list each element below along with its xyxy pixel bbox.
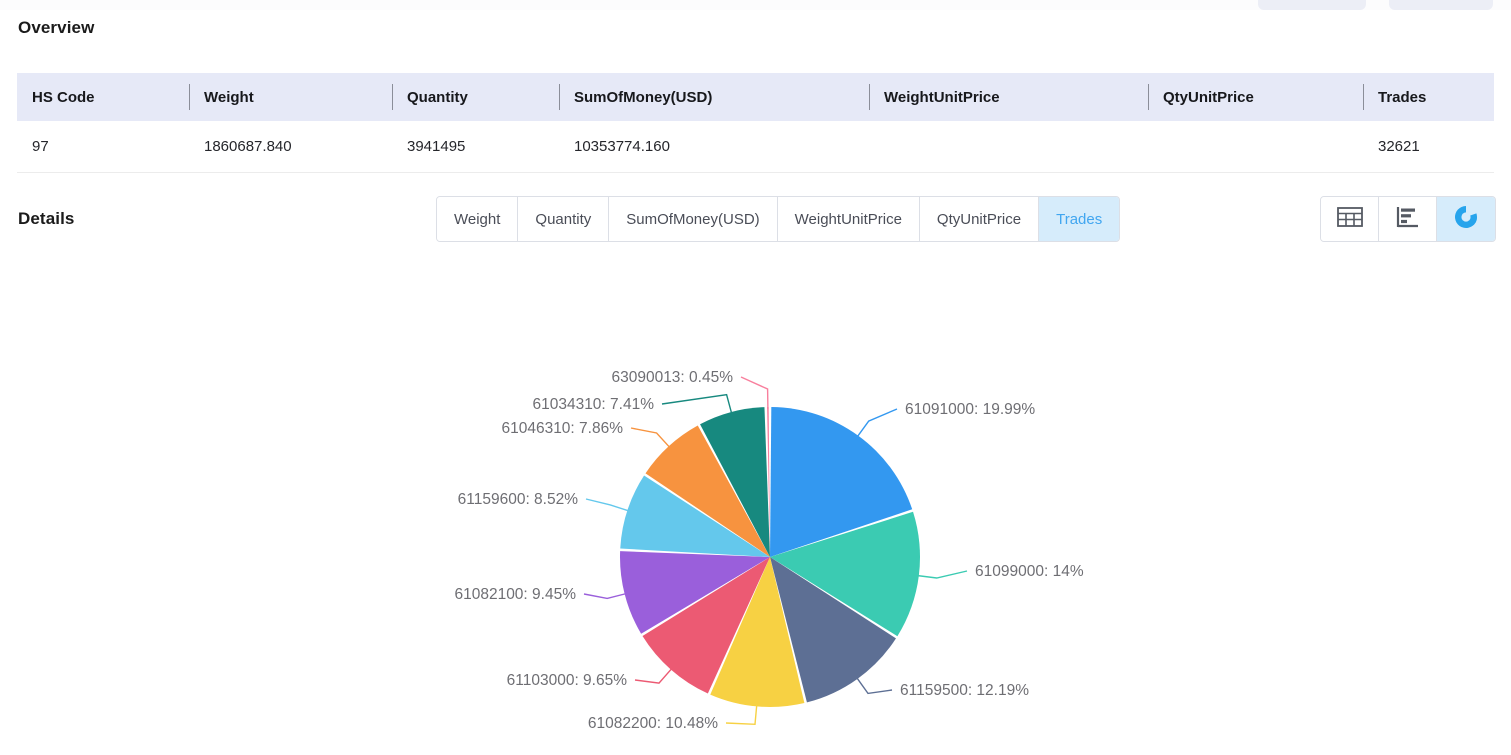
- pie-slice-label: 61082200: 10.48%: [588, 715, 718, 732]
- pie-chart-container: 61091000: 19.99% 61099000: 14% 61159500: 1…: [0, 258, 1511, 755]
- top-toolbar-chip-1[interactable]: [1258, 0, 1366, 10]
- pie-slice-label: 61034310: 7.41%: [532, 396, 654, 413]
- donut-chart-icon: [1453, 204, 1479, 235]
- pie-leader-line: [634, 667, 673, 684]
- overview-table-header: HS Code Weight Quantity SumOfMoney(USD) …: [17, 73, 1494, 121]
- column-header-weight[interactable]: Weight: [189, 73, 392, 121]
- pie-leader-line: [661, 393, 733, 415]
- tab-weight-unit-price[interactable]: WeightUnitPrice: [777, 197, 920, 241]
- overview-table: HS Code Weight Quantity SumOfMoney(USD) …: [17, 73, 1494, 173]
- pie-slice-label: 61159600: 8.52%: [458, 491, 579, 508]
- top-toolbar-chip-2[interactable]: [1389, 0, 1493, 10]
- pie-leader-line: [630, 427, 671, 449]
- cell-sum-of-money: 10353774.160: [559, 121, 869, 173]
- pie-slice-label: 61082100: 9.45%: [454, 586, 576, 603]
- tab-sum-of-money[interactable]: SumOfMoney(USD): [609, 197, 778, 241]
- pie-leader-line: [855, 676, 893, 695]
- view-toggle-bar-chart[interactable]: [1379, 197, 1437, 241]
- top-toolbar-strip: [0, 0, 1511, 10]
- pie-slice-label: 61091000: 19.99%: [905, 401, 1035, 418]
- column-header-weight-unit-price[interactable]: WeightUnitPrice: [869, 73, 1148, 121]
- view-toggle-group: [1320, 196, 1496, 242]
- pie-slice-label: 61099000: 14%: [975, 563, 1084, 580]
- pie-slice-label: 61103000: 9.65%: [507, 672, 628, 689]
- pie-leader-line: [916, 570, 968, 579]
- tab-qty-unit-price[interactable]: QtyUnitPrice: [919, 197, 1040, 241]
- overview-table-body: 97 1860687.840 3941495 10353774.160 3262…: [17, 121, 1494, 173]
- cell-quantity: 3941495: [392, 121, 559, 173]
- pie-slice-label: 63090013: 0.45%: [611, 369, 733, 386]
- cell-weight: 1860687.840: [189, 121, 392, 173]
- table-row[interactable]: 97 1860687.840 3941495 10353774.160 3262…: [17, 121, 1494, 173]
- table-header-row: HS Code Weight Quantity SumOfMoney(USD) …: [17, 73, 1494, 121]
- tab-trades[interactable]: Trades: [1039, 197, 1120, 241]
- view-toggle-pie-chart[interactable]: [1437, 197, 1495, 241]
- pie-leader-line: [583, 592, 627, 600]
- pie-slice-group[interactable]: [619, 407, 921, 708]
- metric-tab-group: Weight Quantity SumOfMoney(USD) WeightUn…: [436, 196, 1121, 242]
- pie-slice-label: 61159500: 12.19%: [900, 682, 1029, 699]
- column-header-quantity[interactable]: Quantity: [392, 73, 559, 121]
- cell-qty-unit-price: [1148, 121, 1363, 173]
- page-root: Overview HS Code Weight Quantity SumOfMo…: [0, 0, 1511, 755]
- pie-leader-line: [856, 408, 898, 438]
- details-title: Details: [18, 209, 75, 228]
- tab-weight[interactable]: Weight: [437, 197, 519, 241]
- bar-chart-icon: [1396, 206, 1420, 233]
- pie-slice-label: 61046310: 7.86%: [501, 420, 623, 437]
- pie-leader-line: [725, 704, 758, 726]
- pie-leader-line: [740, 376, 769, 410]
- cell-hs-code: 97: [17, 121, 189, 173]
- view-toggle-table[interactable]: [1321, 197, 1379, 241]
- tab-quantity[interactable]: Quantity: [518, 197, 610, 241]
- pie-leader-line: [585, 498, 630, 512]
- column-header-trades[interactable]: Trades: [1363, 73, 1494, 121]
- column-header-sum-of-money[interactable]: SumOfMoney(USD): [559, 73, 869, 121]
- cell-weight-unit-price: [869, 121, 1148, 173]
- overview-title: Overview: [18, 18, 95, 37]
- table-grid-icon: [1336, 206, 1363, 232]
- cell-trades: 32621: [1363, 121, 1494, 173]
- pie-chart[interactable]: 61091000: 19.99% 61099000: 14% 61159500: 1…: [0, 258, 1511, 755]
- column-header-qty-unit-price[interactable]: QtyUnitPrice: [1148, 73, 1363, 121]
- column-header-hs-code[interactable]: HS Code: [17, 73, 189, 121]
